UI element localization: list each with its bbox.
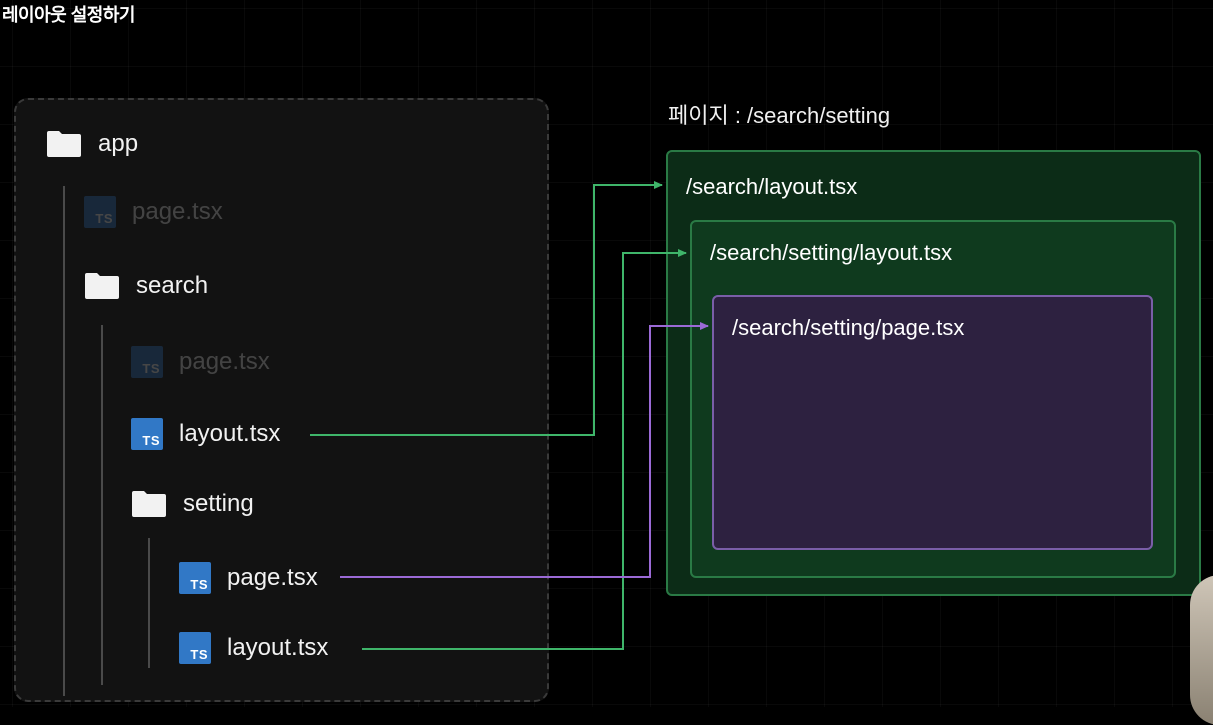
connector-setting-layout-arrow-icon [362, 249, 687, 650]
connector-layer [310, 181, 709, 650]
presenter-webcam-edge [1190, 575, 1213, 725]
connector-setting-page-arrow-icon [340, 322, 709, 578]
connector-search-layout-arrow-icon [310, 181, 663, 436]
